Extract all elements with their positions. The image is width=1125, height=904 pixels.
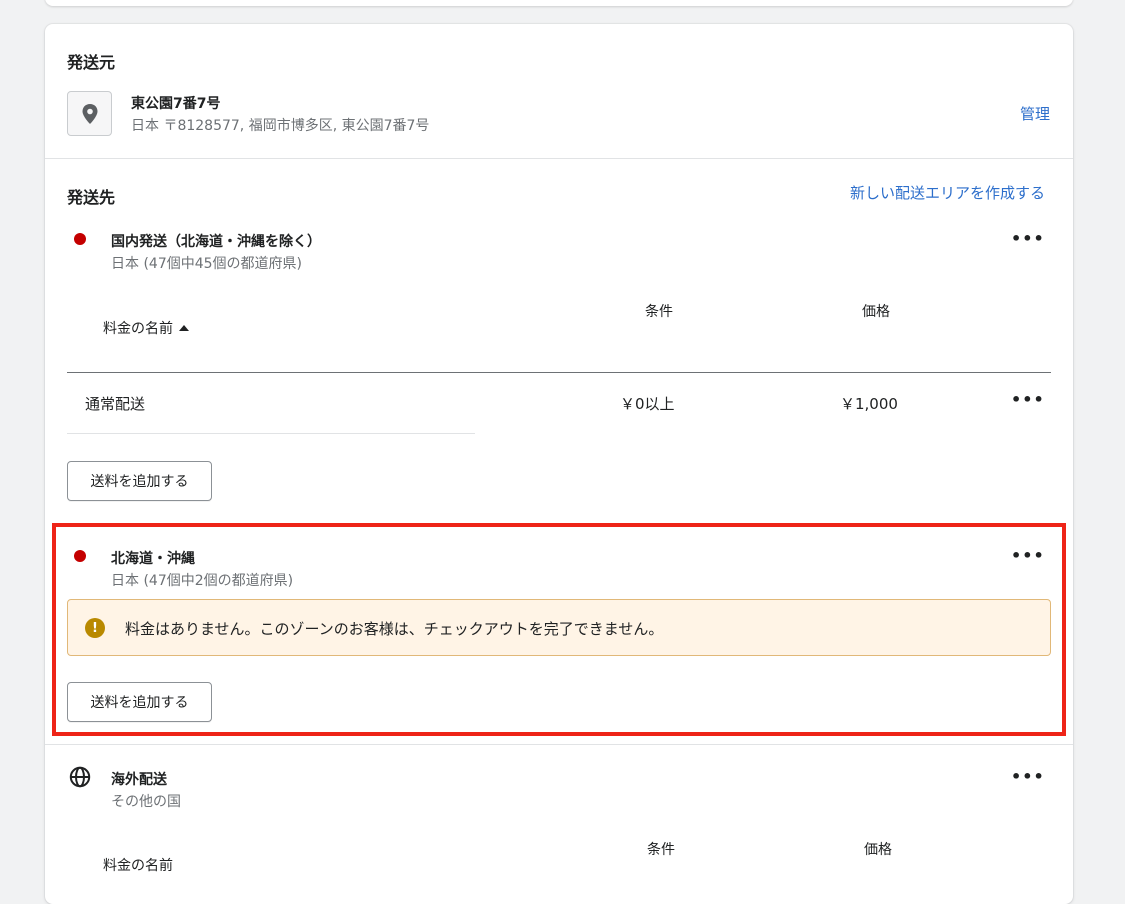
zone-subtitle: 日本 (47個中45個の都道府県) <box>111 256 303 272</box>
origin-address-detail: 日本 〒8128577, 福岡市博多区, 東公園7番7号 <box>131 118 430 134</box>
rate-more-actions-button[interactable]: ••• <box>1011 390 1045 409</box>
rate-price-cell: ￥1,000 <box>840 395 898 413</box>
row-divider <box>67 433 475 434</box>
zone-name: 海外配送 <box>111 772 167 788</box>
price-header: 価格 <box>862 304 890 320</box>
section-divider <box>45 158 1073 159</box>
destination-heading: 発送先 <box>67 188 116 207</box>
zone-divider <box>45 744 1073 745</box>
table-row: 通常配送 ￥0以上 ￥1,000 ••• <box>67 373 1051 433</box>
create-zone-link[interactable]: 新しい配送エリアを作成する <box>850 182 1045 203</box>
shipping-profile-card: 発送元 東公園7番7号 日本 〒8128577, 福岡市博多区, 東公園7番7号… <box>45 24 1073 904</box>
rate-name-header: 料金の名前 <box>103 858 173 874</box>
rate-condition-cell: ￥0以上 <box>620 395 675 413</box>
zone-more-actions-button[interactable]: ••• <box>1011 767 1045 786</box>
zone-subtitle: その他の国 <box>111 794 181 810</box>
location-pin-icon <box>67 91 112 136</box>
manage-origin-link[interactable]: 管理 <box>1020 103 1050 124</box>
rate-name-cell: 通常配送 <box>85 395 146 413</box>
condition-header: 条件 <box>645 304 673 320</box>
rate-name-sort-header[interactable]: 料金の名前 <box>103 318 189 338</box>
origin-address-name: 東公園7番7号 <box>131 96 221 112</box>
zone-name: 国内発送（北海道・沖縄を除く） <box>111 234 321 250</box>
condition-header: 条件 <box>647 842 675 858</box>
origin-heading: 発送元 <box>67 53 116 72</box>
sort-ascending-icon <box>179 325 189 331</box>
add-rate-button[interactable]: 送料を追加する <box>67 461 212 501</box>
zone-status-dot <box>74 233 86 245</box>
highlight-box <box>52 523 1066 736</box>
rate-name-header: 料金の名前 <box>103 321 173 337</box>
zone-more-actions-button[interactable]: ••• <box>1011 229 1045 248</box>
globe-icon <box>69 766 91 792</box>
price-header: 価格 <box>864 842 892 858</box>
previous-card <box>45 0 1073 6</box>
